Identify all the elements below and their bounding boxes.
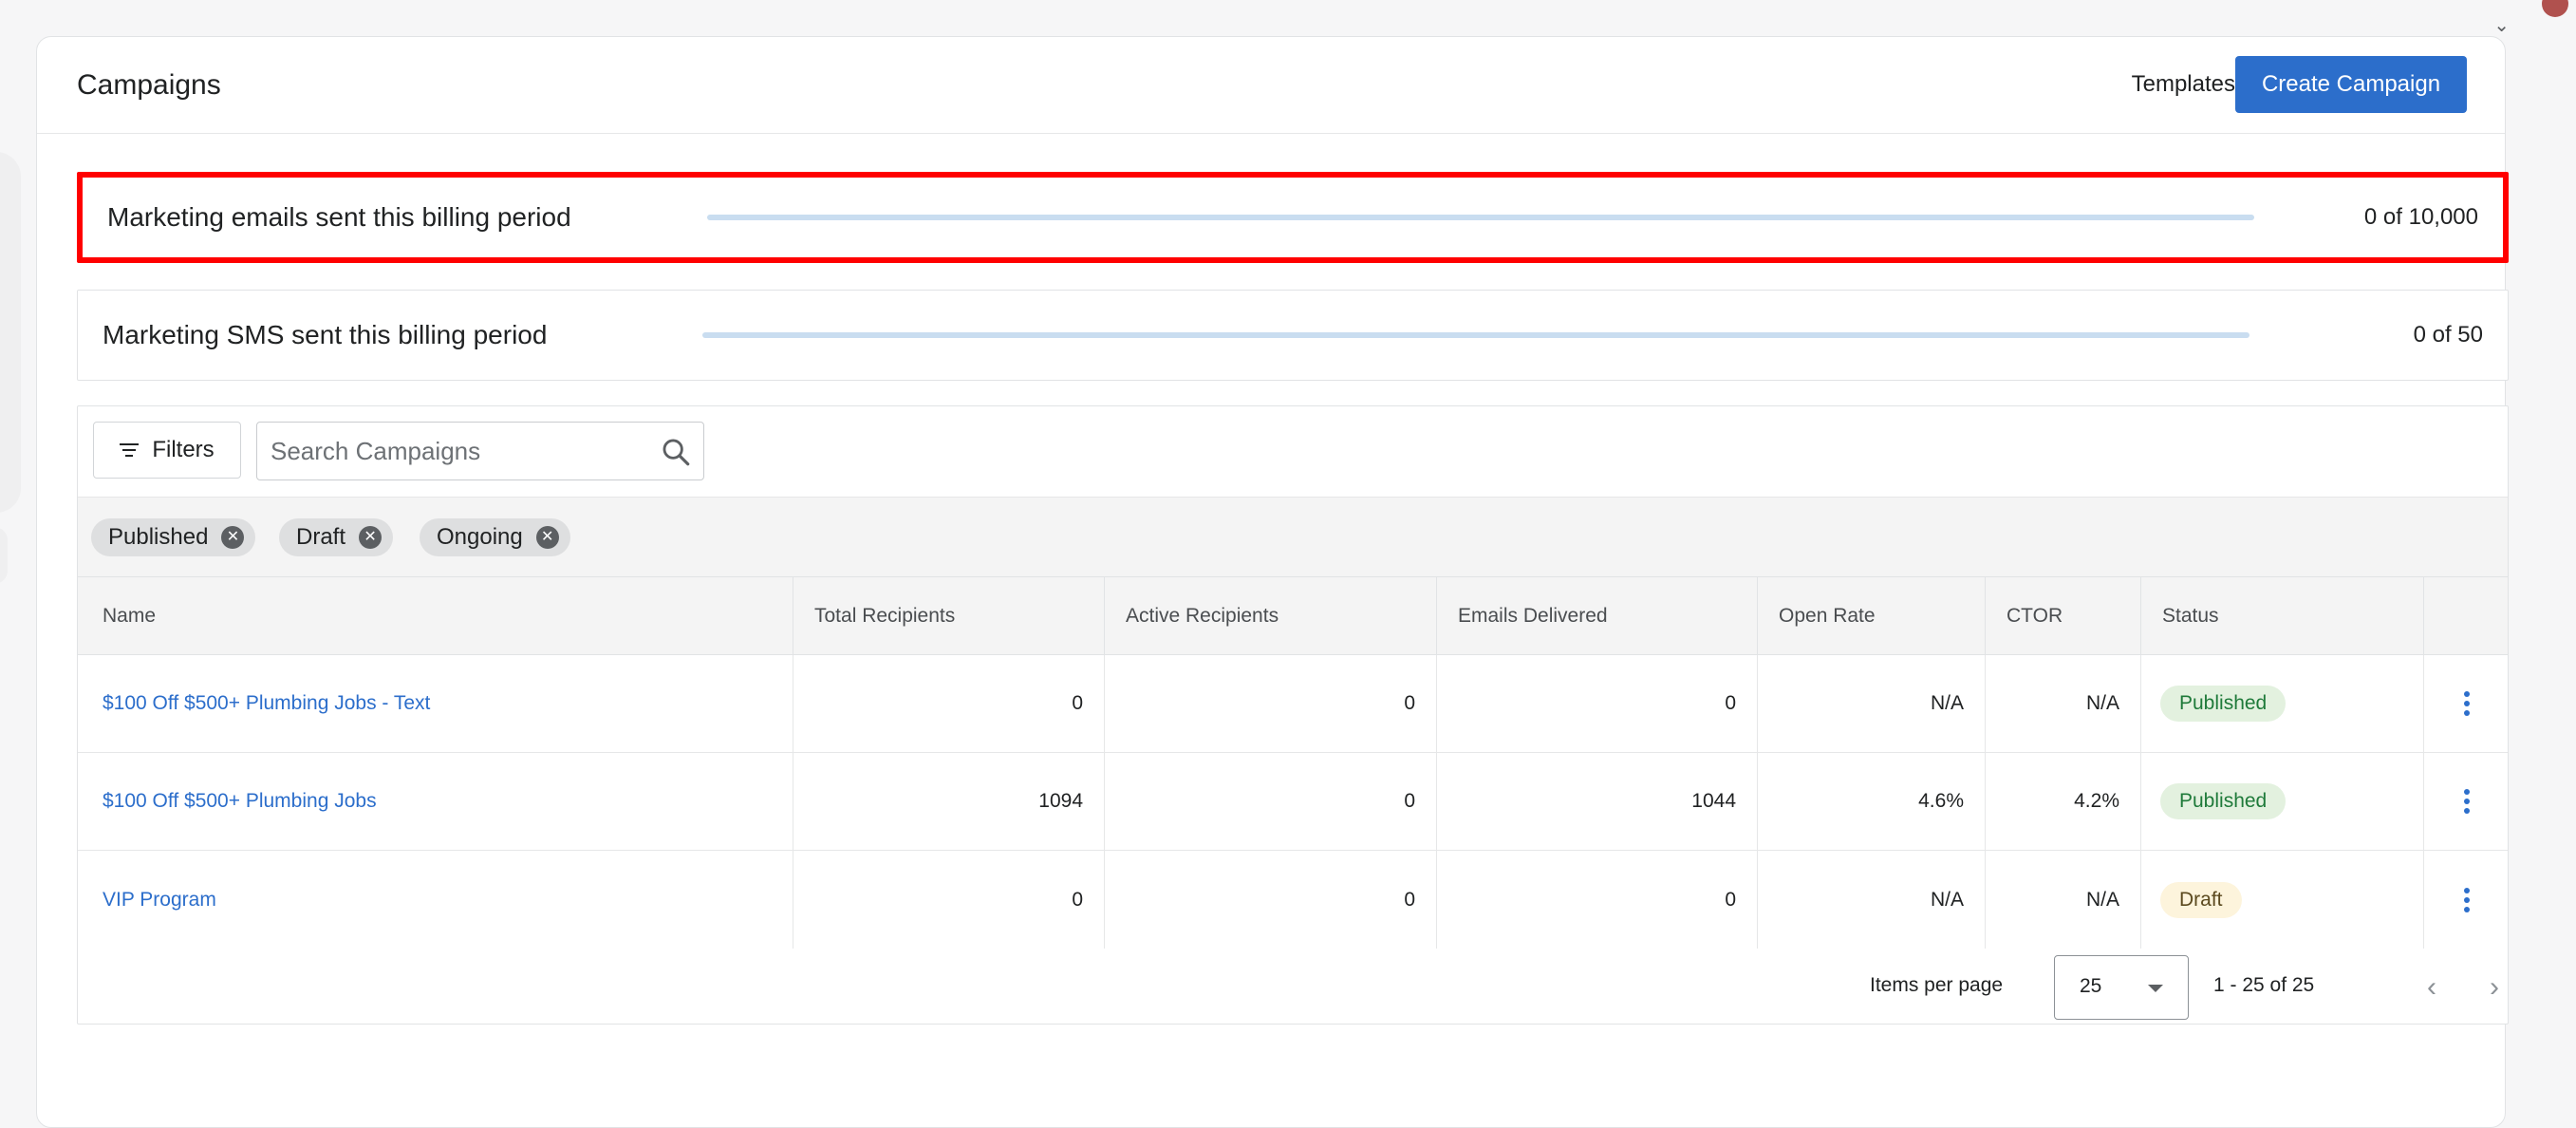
cell-name: $100 Off $500+ Plumbing Jobs — [78, 753, 793, 850]
sms-usage-label: Marketing SMS sent this billing period — [103, 320, 548, 349]
column-header-active-recipients[interactable]: Active Recipients — [1105, 577, 1437, 654]
campaigns-table-panel: Filters Published ✕ Draft ✕ Ongoing — [77, 405, 2509, 1025]
card-header: Campaigns Templates Create Campaign — [37, 37, 2505, 134]
chevron-left-icon[interactable]: ‹ — [2413, 968, 2451, 1006]
campaign-link[interactable]: VIP Program — [103, 889, 216, 912]
cell-ctor: 4.2% — [1986, 753, 2141, 850]
column-header-actions — [2424, 577, 2510, 654]
column-header-total-recipients[interactable]: Total Recipients — [793, 577, 1105, 654]
column-header-emails-delivered[interactable]: Emails Delivered — [1437, 577, 1758, 654]
email-usage-bar: Marketing emails sent this billing perio… — [77, 172, 2509, 263]
column-header-ctor[interactable]: CTOR — [1986, 577, 2141, 654]
chip-label: Draft — [296, 524, 346, 550]
column-header-open-rate[interactable]: Open Rate — [1758, 577, 1986, 654]
status-badge: Draft — [2160, 881, 2242, 918]
column-header-status[interactable]: Status — [2141, 577, 2424, 654]
sms-usage-track — [702, 332, 2249, 338]
cell-emails-delivered: 0 — [1437, 655, 1758, 752]
sms-usage-count: 0 of 50 — [2413, 322, 2483, 348]
table-toolbar: Filters — [78, 406, 2508, 498]
cell-actions — [2424, 753, 2510, 850]
table-row: $100 Off $500+ Plumbing Jobs 1094 0 1044… — [78, 753, 2508, 851]
page-title: Campaigns — [77, 69, 221, 101]
cell-open-rate: N/A — [1758, 655, 1986, 752]
cell-ctor: N/A — [1986, 655, 2141, 752]
campaign-link[interactable]: $100 Off $500+ Plumbing Jobs - Text — [103, 692, 430, 715]
background-ghost-dot — [0, 527, 8, 584]
filter-chip-published[interactable]: Published ✕ — [91, 518, 256, 556]
more-vertical-icon[interactable] — [2464, 691, 2470, 716]
more-vertical-icon[interactable] — [2464, 789, 2470, 814]
cell-status: Published — [2141, 753, 2424, 850]
pagination-range: 1 - 25 of 25 — [2213, 974, 2315, 996]
cell-actions — [2424, 655, 2510, 752]
table-row: $100 Off $500+ Plumbing Jobs - Text 0 0 … — [78, 655, 2508, 753]
items-per-page-select[interactable]: 25 — [2054, 955, 2189, 1020]
cell-active-recipients: 0 — [1105, 753, 1437, 850]
chevron-down-icon[interactable]: ⌄ — [2493, 13, 2510, 37]
status-badge: Published — [2160, 783, 2287, 819]
filters-button[interactable]: Filters — [93, 422, 241, 479]
cell-actions — [2424, 851, 2510, 949]
more-vertical-icon[interactable] — [2464, 887, 2470, 912]
cell-status: Draft — [2141, 851, 2424, 949]
table-header: Name Total Recipients Active Recipients … — [78, 577, 2508, 655]
chip-label: Published — [108, 524, 209, 550]
search-box[interactable] — [256, 422, 704, 480]
status-badge: Published — [2160, 686, 2287, 722]
email-usage-count: 0 of 10,000 — [2363, 204, 2478, 230]
campaign-link[interactable]: $100 Off $500+ Plumbing Jobs — [103, 790, 377, 813]
cell-status: Published — [2141, 655, 2424, 752]
chevron-right-icon[interactable]: › — [2475, 968, 2513, 1006]
cell-active-recipients: 0 — [1105, 851, 1437, 949]
sms-usage-bar: Marketing SMS sent this billing period 0… — [77, 290, 2509, 381]
filter-icon — [120, 443, 140, 457]
active-filters-row: Published ✕ Draft ✕ Ongoing ✕ — [78, 498, 2508, 577]
email-usage-track — [707, 215, 2254, 220]
chevron-down-icon — [2148, 985, 2163, 992]
close-icon[interactable]: ✕ — [221, 526, 245, 549]
avatar[interactable] — [2542, 0, 2568, 17]
cell-emails-delivered: 0 — [1437, 851, 1758, 949]
cell-total-recipients: 0 — [793, 655, 1105, 752]
search-input[interactable] — [269, 423, 648, 479]
cell-name: VIP Program — [78, 851, 793, 949]
cell-name: $100 Off $500+ Plumbing Jobs - Text — [78, 655, 793, 752]
cell-total-recipients: 1094 — [793, 753, 1105, 850]
items-per-page-label: Items per page — [1870, 974, 2004, 996]
create-campaign-button[interactable]: Create Campaign — [2235, 56, 2467, 113]
templates-link[interactable]: Templates — [2132, 71, 2235, 98]
items-per-page-value: 25 — [2080, 975, 2102, 997]
campaigns-card: Campaigns Templates Create Campaign Mark… — [36, 36, 2509, 1128]
cell-emails-delivered: 1044 — [1437, 753, 1758, 850]
cell-open-rate: 4.6% — [1758, 753, 1986, 850]
cell-total-recipients: 0 — [793, 851, 1105, 949]
pagination: Items per page 25 1 - 25 of 25 ‹ › — [78, 951, 2508, 1024]
background-panel-ghost — [0, 152, 21, 513]
table-row: VIP Program 0 0 0 N/A N/A Draft — [78, 851, 2508, 949]
column-header-name[interactable]: Name — [78, 577, 793, 654]
cell-ctor: N/A — [1986, 851, 2141, 949]
close-icon[interactable]: ✕ — [535, 526, 559, 549]
filter-chip-ongoing[interactable]: Ongoing ✕ — [420, 518, 570, 556]
filters-label: Filters — [152, 437, 215, 462]
search-icon[interactable] — [660, 436, 692, 468]
close-icon[interactable]: ✕ — [359, 526, 383, 549]
filter-chip-draft[interactable]: Draft ✕ — [279, 518, 394, 556]
email-usage-label: Marketing emails sent this billing perio… — [107, 202, 571, 232]
cell-open-rate: N/A — [1758, 851, 1986, 949]
chip-label: Ongoing — [437, 524, 523, 550]
cell-active-recipients: 0 — [1105, 655, 1437, 752]
